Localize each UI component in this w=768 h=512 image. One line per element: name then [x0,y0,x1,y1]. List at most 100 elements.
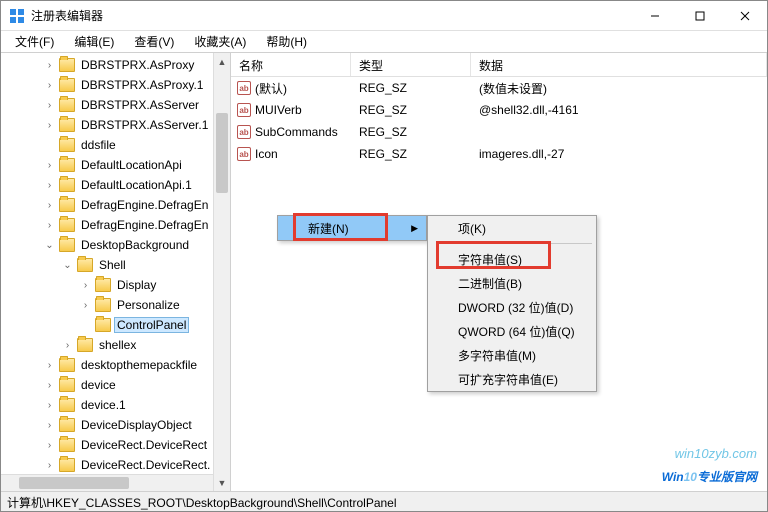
folder-icon [95,278,111,292]
folder-icon [77,258,93,272]
tree-label: DeviceRect.DeviceRect. [78,457,213,473]
close-button[interactable] [722,1,767,31]
expand-icon[interactable]: › [43,400,56,411]
tree-node[interactable]: › DBRSTPRX.AsProxy [5,55,230,75]
status-bar: 计算机\HKEY_CLASSES_ROOT\DesktopBackground\… [1,491,767,511]
tree-vscrollbar[interactable]: ▲ ▼ [213,53,230,491]
value-type: REG_SZ [351,147,471,161]
tree-label: DesktopBackground [78,237,192,253]
expand-icon[interactable]: › [43,440,56,451]
tree-node[interactable]: › DBRSTPRX.AsProxy.1 [5,75,230,95]
tree-label: DBRSTPRX.AsProxy [78,57,197,73]
value-row[interactable]: abMUIVerbREG_SZ@shell32.dll,-4161 [231,99,767,121]
folder-icon [59,118,75,132]
tree-node[interactable]: ›DBRSTPRX.AsServer [5,95,230,115]
value-row[interactable]: ab(默认)REG_SZ(数值未设置) [231,77,767,99]
expand-icon[interactable]: › [43,160,56,171]
tree-node[interactable]: ControlPanel [5,315,230,335]
col-type[interactable]: 类型 [351,53,471,76]
expand-icon[interactable]: › [43,380,56,391]
tree-node[interactable]: ›desktopthemepackfile [5,355,230,375]
folder-icon [59,218,75,232]
expand-icon[interactable]: › [43,360,56,371]
menu-item-new[interactable]: 新建(N) ▶ [278,216,426,240]
menu-item-dword[interactable]: DWORD (32 位)值(D) [428,295,596,319]
tree-node[interactable]: ⌄ Shell [5,255,230,275]
expand-icon[interactable]: ⌄ [43,240,56,251]
tree-node[interactable]: › DeviceRect.DeviceRect. [5,455,230,475]
expand-icon[interactable]: › [79,300,92,311]
folder-icon [59,98,75,112]
tree-node[interactable]: ›DefragEngine.DefragEn [5,215,230,235]
tree-node[interactable]: ›DefaultLocationApi [5,155,230,175]
expand-icon[interactable]: › [61,340,74,351]
tree-label: device [78,377,119,393]
expand-icon[interactable]: › [43,60,56,71]
tree-node[interactable]: ›shellex [5,335,230,355]
menu-favorites[interactable]: 收藏夹(A) [186,31,254,52]
menu-item-binary[interactable]: 二进制值(B) [428,271,596,295]
scroll-down-arrow[interactable]: ▼ [214,474,230,491]
value-row[interactable]: abIconREG_SZimageres.dll,-27 [231,143,767,165]
tree-node[interactable]: › DeviceRect.DeviceRect [5,435,230,455]
expand-icon[interactable]: › [43,120,56,131]
tree-node[interactable]: › device [5,375,230,395]
tree-label: DBRSTPRX.AsProxy.1 [78,77,206,93]
menu-item-qword[interactable]: QWORD (64 位)值(Q) [428,319,596,343]
expand-icon[interactable]: › [43,460,56,471]
tree-node[interactable]: ›DeviceDisplayObject [5,415,230,435]
col-name[interactable]: 名称 [231,53,351,76]
menu-item-string[interactable]: 字符串值(S) [428,247,596,271]
value-type: REG_SZ [351,125,471,139]
tree-label: DefragEngine.DefragEn [78,197,211,213]
expand-icon[interactable]: › [43,80,56,91]
expand-icon[interactable]: › [43,200,56,211]
string-value-icon: ab [237,103,251,117]
expand-icon[interactable]: › [43,100,56,111]
folder-icon [59,178,75,192]
menu-item-expandstring[interactable]: 可扩充字符串值(E) [428,367,596,391]
menu-item-label: 新建(N) [308,220,349,237]
folder-icon [59,458,75,472]
tree-node[interactable]: ddsfile [5,135,230,155]
menu-edit[interactable]: 编辑(E) [66,31,122,52]
tree-node[interactable]: ›Personalize [5,295,230,315]
tree-node[interactable]: ›DBRSTPRX.AsServer.1 [5,115,230,135]
tree-label: Shell [96,257,129,273]
tree-node[interactable]: ⌄ DesktopBackground [5,235,230,255]
menu-view[interactable]: 查看(V) [126,31,182,52]
value-row[interactable]: abSubCommandsREG_SZ [231,121,767,143]
tree-hscrollbar[interactable] [1,474,213,491]
tree-node[interactable]: › DefaultLocationApi.1 [5,175,230,195]
tree-label: DeviceRect.DeviceRect [78,437,210,453]
menu-bar: 文件(F) 编辑(E) 查看(V) 收藏夹(A) 帮助(H) [1,31,767,53]
minimize-button[interactable] [632,1,677,31]
expand-icon[interactable]: ⌄ [61,260,74,271]
menu-file[interactable]: 文件(F) [7,31,62,52]
tree-node[interactable]: ›device.1 [5,395,230,415]
menu-item-multistring[interactable]: 多字符串值(M) [428,343,596,367]
expand-icon[interactable]: › [43,220,56,231]
scroll-thumb[interactable] [216,113,228,193]
expand-icon[interactable]: › [79,280,92,291]
folder-icon [95,318,111,332]
menu-help[interactable]: 帮助(H) [258,31,315,52]
folder-icon [59,138,75,152]
submenu-arrow-icon: ▶ [411,223,418,234]
menu-item-key[interactable]: 项(K) [428,216,596,240]
context-menu-primary: 新建(N) ▶ [277,215,427,241]
tree-label: ddsfile [78,137,119,153]
expand-icon[interactable]: › [43,180,56,191]
watermark-url: win10zyb.com [662,446,757,461]
col-data[interactable]: 数据 [471,53,767,76]
maximize-button[interactable] [677,1,722,31]
expand-icon[interactable]: › [43,420,56,431]
scroll-up-arrow[interactable]: ▲ [214,53,230,70]
hscroll-thumb[interactable] [19,477,129,489]
window-title: 注册表编辑器 [31,7,632,24]
tree-node[interactable]: › DefragEngine.DefragEn [5,195,230,215]
menu-separator [458,243,592,244]
string-value-icon: ab [237,147,251,161]
tree-label: DefaultLocationApi.1 [78,177,195,193]
tree-node[interactable]: ›Display [5,275,230,295]
